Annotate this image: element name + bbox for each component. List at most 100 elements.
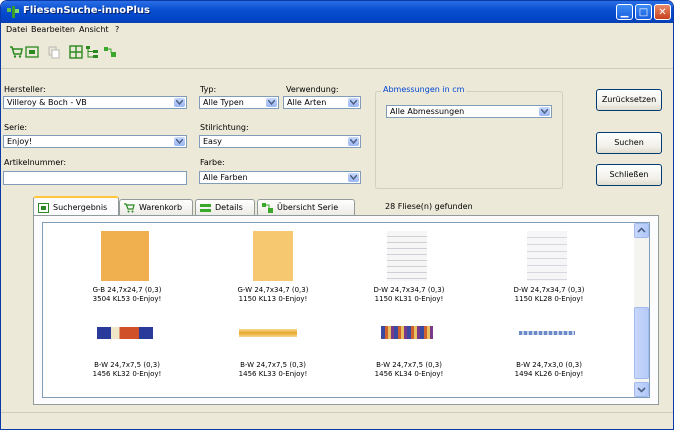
stilrichtung-value: Easy [203,137,222,146]
serie-value: Enjoy! [7,137,33,146]
tab-panel: G-B 24,7x24,7 (0,3) 3504 KL53 0-Enjoy! G… [33,215,659,405]
chevron-down-icon[interactable] [348,173,359,182]
typ-dropdown[interactable]: Alle Typen [199,96,279,109]
chevron-down-icon[interactable] [174,137,185,146]
result-tile[interactable]: B-W 24,7x7,5 (0,3) 1456 KL34 0-Enjoy! [339,313,479,393]
tile-title: B-W 24,7x7,5 (0,3) [94,361,160,369]
grid-view-icon[interactable] [69,45,83,59]
result-tile[interactable]: D-W 24,7x34,7 (0,3) 1150 KL28 0-Enjoy! [479,231,619,311]
menu-bearbeiten[interactable]: Bearbeiten [31,25,75,34]
scroll-thumb[interactable] [634,307,649,379]
scroll-down-button[interactable] [634,382,649,397]
series-icon[interactable] [103,45,117,59]
menu-help[interactable]: ? [115,25,119,34]
abmessungen-group-label: Abmessungen in cm [381,85,467,94]
abmessungen-dropdown[interactable]: Alle Abmessungen [386,105,552,118]
tile-subtitle: 1150 KL28 0-Enjoy! [514,295,584,303]
tile-title: B-W 24,7x7,5 (0,3) [376,361,442,369]
tile-title: B-W 24,7x3,0 (0,3) [516,361,582,369]
cart-icon [124,203,135,213]
tile-subtitle: 1150 KL31 0-Enjoy! [374,295,444,303]
result-tile[interactable]: B-W 24,7x3,0 (0,3) 1494 KL26 0-Enjoy! [479,313,619,393]
result-tile[interactable]: B-W 24,7x7,5 (0,3) 1456 KL32 0-Enjoy! [57,313,197,393]
title-bar[interactable]: FliesenSuche-innoPlus ▁ □ ✕ [1,1,673,23]
details-icon[interactable] [25,45,39,59]
verwendung-dropdown[interactable]: Alle Arten [283,96,361,109]
tab-suchergebnis-label: Suchergebnis [53,203,108,212]
hersteller-value: Villeroy & Boch - VB [7,98,87,107]
close-icon: ✕ [658,7,667,18]
cart-add-icon[interactable] [9,45,23,59]
typ-value: Alle Typen [203,98,244,107]
toolbar [1,38,673,69]
chevron-up-icon [637,227,646,233]
hersteller-label: Hersteller: [4,85,46,94]
tile-image-white-lines [527,231,567,281]
verwendung-value: Alle Arten [287,98,327,107]
close-button[interactable]: Schließen [596,164,662,186]
result-tile[interactable]: G-W 24,7x34,7 (0,3) 1150 KL13 0-Enjoy! [203,231,343,311]
chevron-down-icon[interactable] [266,98,277,107]
scroll-up-button[interactable] [634,223,649,238]
tab-warenkorb[interactable]: Warenkorb [119,199,193,215]
results-count: 28 Fliese(n) gefunden [385,202,473,211]
stilrichtung-dropdown[interactable]: Easy [199,135,361,148]
series-overview-icon [262,203,273,213]
tile-image-yellow-border [239,329,297,337]
farbe-value: Alle Farben [203,173,248,182]
tile-subtitle: 1150 KL13 0-Enjoy! [238,295,308,303]
chevron-down-icon [637,387,646,393]
chevron-down-icon[interactable] [539,107,550,116]
tile-image-stripe-border [381,326,433,339]
result-tile[interactable]: D-W 24,7x34,7 (0,3) 1150 KL31 0-Enjoy! [339,231,479,311]
hersteller-dropdown[interactable]: Villeroy & Boch - VB [3,96,187,109]
tab-details[interactable]: Details [195,199,255,215]
farbe-dropdown[interactable]: Alle Farben [199,171,361,184]
tile-title: G-B 24,7x24,7 (0,3) [92,286,162,294]
maximize-button[interactable]: □ [635,4,652,20]
details-icon [200,203,211,213]
artikelnummer-label: Artikelnummer: [4,158,67,167]
tree-view-icon[interactable] [85,45,99,59]
tile-subtitle: 1456 KL34 0-Enjoy! [374,370,444,378]
minimize-icon: ▁ [620,7,629,18]
minimize-button[interactable]: ▁ [616,4,633,20]
tile-subtitle: 1456 KL32 0-Enjoy! [92,370,162,378]
result-tile[interactable]: G-B 24,7x24,7 (0,3) 3504 KL53 0-Enjoy! [57,231,197,311]
typ-label: Typ: [200,85,217,94]
tab-uebersicht-serie[interactable]: Übersicht Serie [257,199,355,215]
tab-details-label: Details [215,203,243,212]
result-tile[interactable]: B-W 24,7x7,5 (0,3) 1456 KL33 0-Enjoy! [203,313,343,393]
copy-icon[interactable] [47,45,61,59]
tile-title: G-W 24,7x34,7 (0,3) [237,286,309,294]
tab-uebersicht-serie-label: Übersicht Serie [277,203,339,212]
artikelnummer-input[interactable] [3,171,187,185]
maximize-icon: □ [638,7,649,18]
serie-label: Serie: [4,123,28,132]
close-window-button[interactable]: ✕ [654,4,671,20]
abmessungen-value: Alle Abmessungen [390,107,465,116]
chevron-down-icon[interactable] [348,98,359,107]
tab-suchergebnis[interactable]: Suchergebnis [33,196,119,216]
menu-ansicht[interactable]: Ansicht [79,25,109,34]
results-list[interactable]: G-B 24,7x24,7 (0,3) 3504 KL53 0-Enjoy! G… [42,222,650,398]
tile-title: D-W 24,7x34,7 (0,3) [373,286,445,294]
chevron-down-icon[interactable] [348,137,359,146]
tile-subtitle: 3504 KL53 0-Enjoy! [92,295,162,303]
farbe-label: Farbe: [200,158,225,167]
verwendung-label: Verwendung: [286,85,339,94]
tile-image-blue-red-border [97,327,153,339]
stilrichtung-label: Stilrichtung: [200,123,249,132]
application-window: FliesenSuche-innoPlus ▁ □ ✕ Datei Bearbe… [0,0,674,430]
vertical-scrollbar[interactable] [634,223,649,397]
search-button[interactable]: Suchen [596,132,662,154]
tile-title: D-W 24,7x34,7 (0,3) [513,286,585,294]
reset-button[interactable]: Zurücksetzen [596,89,662,111]
menu-bar: Datei Bearbeiten Ansicht ? [1,23,673,37]
status-divider [1,412,673,413]
tile-subtitle: 1456 KL33 0-Enjoy! [238,370,308,378]
serie-dropdown[interactable]: Enjoy! [3,135,187,148]
tile-title: B-W 24,7x7,5 (0,3) [240,361,306,369]
menu-datei[interactable]: Datei [6,25,27,34]
chevron-down-icon[interactable] [174,98,185,107]
